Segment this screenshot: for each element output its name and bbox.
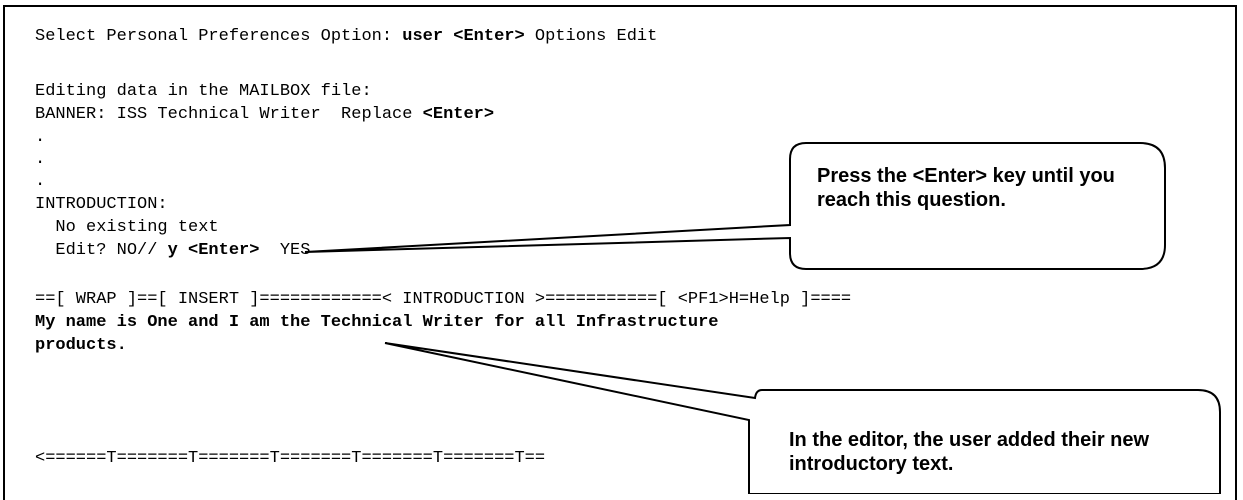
callout-enter-key-text: Press the <Enter> key until you reach th… bbox=[817, 165, 1115, 211]
callout-editor-text: In the editor, the user added their new … bbox=[789, 429, 1150, 475]
callout-overlay bbox=[304, 142, 1221, 494]
